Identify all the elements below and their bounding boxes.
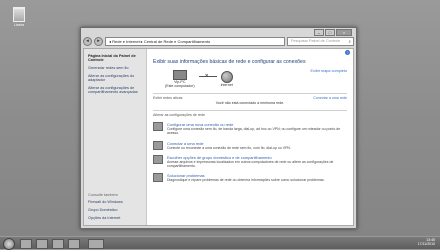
- internet-node: Internet: [221, 71, 233, 87]
- no-network-text: Você não está conectado a nenhuma rede.: [215, 101, 285, 105]
- task-connect-network[interactable]: Conectar a uma rede Conecte ou reconecte…: [153, 140, 347, 150]
- maximize-button[interactable]: □: [325, 29, 335, 36]
- computer-icon: [172, 70, 187, 80]
- task-desc: Conecte ou reconecte a uma conexão de re…: [167, 145, 291, 150]
- connect-network-icon: [153, 140, 163, 150]
- connect-network-link[interactable]: Conectar a uma rede: [313, 96, 347, 100]
- address-bar[interactable]: ◂ Rede e Internet ▸ Central de Rede e Co…: [105, 37, 285, 46]
- new-connection-icon: [153, 122, 163, 131]
- forward-button[interactable]: ▸: [94, 37, 103, 46]
- full-map-link[interactable]: Exibir mapa completo: [310, 69, 347, 73]
- task-troubleshoot[interactable]: Solucionar problemas Diagnostique e repa…: [153, 173, 347, 183]
- task-desc: Diagnostique e repare problemas de rede …: [167, 178, 325, 183]
- task-desc: Acesse arquivos e impressoras localizado…: [167, 159, 334, 169]
- see-also-internet-options[interactable]: Opções da Internet: [84, 214, 127, 222]
- active-networks-header: Exibir redes ativas Conectar a uma rede: [153, 93, 347, 100]
- search-icon: ⌕: [348, 39, 351, 44]
- search-placeholder: Pesquisar Painel de Controle: [291, 39, 341, 43]
- connection-line: ✕: [198, 72, 217, 79]
- help-icon[interactable]: ?: [345, 50, 350, 55]
- media-center-icon[interactable]: [68, 239, 80, 249]
- troubleshoot-icon: [153, 173, 163, 183]
- see-also-homegroup[interactable]: Grupo Doméstico: [84, 206, 127, 214]
- globe-icon: [220, 71, 233, 83]
- internet-label: Internet: [220, 83, 233, 87]
- active-networks-label: Exibir redes ativas: [153, 96, 183, 100]
- change-settings-header: Alterar as configurações de rede: [153, 110, 347, 117]
- sidebar-item-sharing[interactable]: Alterar as configurações de compartilham…: [84, 84, 146, 96]
- explorer-folder-icon[interactable]: [36, 239, 48, 249]
- internet-explorer-icon[interactable]: [20, 239, 32, 249]
- system-tray-clock[interactable]: 13:45 17/11/2010: [418, 238, 435, 246]
- sidebar-item-home[interactable]: Página Inicial do Painel de Controle: [84, 52, 146, 64]
- close-button[interactable]: ×: [336, 29, 352, 36]
- sidebar-item-adapter[interactable]: Alterar as configurações do adaptador: [84, 72, 146, 84]
- recycle-bin-label: Lixeira: [13, 23, 25, 27]
- minimize-button[interactable]: –: [314, 29, 324, 36]
- media-player-icon[interactable]: [52, 239, 64, 249]
- pc-node: Vip-PC (Este computador): [165, 70, 195, 88]
- back-button[interactable]: ◂: [83, 37, 92, 46]
- page-title: Exibir suas informações básicas de rede …: [153, 59, 306, 65]
- see-also: Consulte também Firewall do Windows Grup…: [84, 192, 127, 222]
- pc-sublabel: (Este computador): [165, 84, 195, 88]
- main-panel: ? Exibir suas informações básicas de red…: [147, 49, 353, 225]
- disconnected-icon: ✕: [204, 72, 209, 79]
- task-homegroup[interactable]: Escolher opções de grupo doméstico e de …: [153, 154, 347, 169]
- recycle-bin-icon: [13, 7, 25, 22]
- homegroup-icon: [153, 154, 163, 164]
- recycle-bin[interactable]: Lixeira: [9, 7, 29, 27]
- content-area: Página Inicial do Painel de Controle Ger…: [83, 48, 354, 226]
- taskbar: 13:45 17/11/2010: [0, 236, 440, 250]
- network-center-taskbar-button[interactable]: [88, 239, 104, 249]
- task-desc: Configure uma conexão sem fio, de banda …: [167, 127, 341, 136]
- task-new-connection[interactable]: Configurar uma nova conexão ou rede Conf…: [153, 122, 347, 136]
- see-also-firewall[interactable]: Firewall do Windows: [84, 198, 127, 206]
- window-controls: – □ ×: [314, 29, 352, 36]
- sidebar: Página Inicial do Painel de Controle Ger…: [84, 49, 147, 225]
- start-button[interactable]: [3, 238, 15, 250]
- clock-date: 17/11/2010: [417, 242, 435, 247]
- sidebar-item-wireless[interactable]: Gerenciar redes sem fio: [84, 64, 146, 72]
- network-center-window: – □ × ◂ ▸ ◂ Rede e Internet ▸ Central de…: [80, 27, 357, 229]
- search-input[interactable]: Pesquisar Painel de Controle ⌕: [287, 37, 354, 46]
- change-settings-label: Alterar as configurações de rede: [153, 113, 205, 117]
- address-row: ◂ ▸ ◂ Rede e Internet ▸ Central de Rede …: [83, 37, 354, 46]
